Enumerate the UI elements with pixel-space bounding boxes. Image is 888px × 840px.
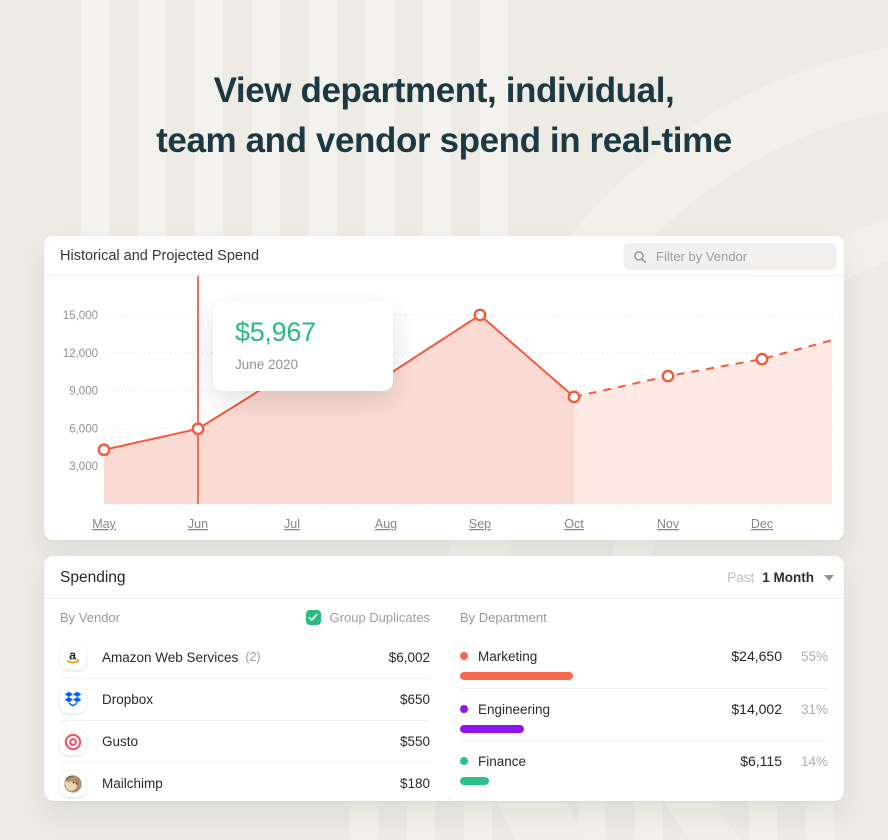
department-row: Marketing $24,650 55% xyxy=(460,636,828,688)
vendor-row[interactable]: Dropbox $650 xyxy=(60,678,430,720)
vendor-name: Dropbox xyxy=(102,692,154,707)
tooltip-label: June 2020 xyxy=(235,357,299,372)
by-department-label: By Department xyxy=(460,609,547,625)
search-input[interactable] xyxy=(654,248,827,265)
chart-point-Dec[interactable] xyxy=(755,352,769,366)
chart-point-Jun[interactable] xyxy=(191,422,205,436)
period-prefix: Past xyxy=(727,570,755,585)
tooltip-value: $5,967 xyxy=(235,317,316,347)
historical-spend-card: Historical and Projected Spend 15,00012,… xyxy=(44,236,844,540)
y-axis-tick: 15,000 xyxy=(63,310,98,322)
by-department-column: By Department Marketing $24,650 55% Engi… xyxy=(460,598,828,792)
amazon-icon: a xyxy=(60,644,86,670)
spending-header: Spending Past 1 Month xyxy=(44,556,844,598)
period-value: 1 Month xyxy=(762,570,814,585)
chart-point-Nov[interactable] xyxy=(661,369,675,383)
department-row: Engineering $14,002 31% xyxy=(460,688,828,740)
vendor-amount: $650 xyxy=(399,692,430,707)
department-bar xyxy=(460,672,573,680)
mailchimp-icon xyxy=(60,770,86,797)
vendor-name: Gusto xyxy=(102,734,139,749)
department-bar xyxy=(460,725,524,733)
vendor-duplicate-count: (2) xyxy=(245,650,261,664)
department-percent: 14% xyxy=(800,753,828,769)
department-bar xyxy=(460,777,489,785)
y-axis-tick: 12,000 xyxy=(63,348,98,360)
department-dot xyxy=(460,705,468,713)
y-axis-tick: 3,000 xyxy=(69,461,98,473)
chart-tooltip: $5,967 June 2020 xyxy=(213,302,393,391)
spending-card: Spending Past 1 Month By Vendor Group Du… xyxy=(44,556,844,801)
department-list: Marketing $24,650 55% Engineering $14,00… xyxy=(460,636,828,792)
dropbox-icon xyxy=(60,686,86,713)
group-duplicates-label: Group Duplicates xyxy=(329,609,430,625)
x-axis-label-Aug[interactable]: Aug xyxy=(375,517,397,531)
vendor-name: Mailchimp xyxy=(102,776,163,791)
department-amount: $14,002 xyxy=(731,701,782,717)
department-percent: 31% xyxy=(800,701,828,717)
vendor-amount: $550 xyxy=(399,734,430,749)
area-projected xyxy=(574,340,832,504)
headline-line-1: View department, individual, xyxy=(213,71,675,110)
group-duplicates-toggle[interactable]: Group Duplicates xyxy=(305,609,430,625)
page-title: View department, individual, team and ve… xyxy=(0,66,888,166)
vendor-amount: $180 xyxy=(399,776,430,791)
spending-title: Spending xyxy=(60,569,126,586)
vendor-list: a Amazon Web Services (2) $6,002 Dropbox… xyxy=(60,636,430,804)
department-name: Engineering xyxy=(478,701,551,717)
page: View department, individual, team and ve… xyxy=(0,0,888,840)
headline-line-2: team and vendor spend in real-time xyxy=(156,121,732,160)
x-axis-label-May[interactable]: May xyxy=(92,517,116,531)
vendor-row[interactable]: a Amazon Web Services (2) $6,002 xyxy=(60,636,430,678)
department-amount: $6,115 xyxy=(740,753,782,769)
search-icon xyxy=(634,250,646,263)
y-axis-tick: 6,000 xyxy=(69,423,98,435)
by-vendor-label: By Vendor xyxy=(60,609,120,625)
chart-point-Oct[interactable] xyxy=(567,390,581,404)
chart-point-Sep[interactable] xyxy=(473,308,487,322)
x-axis-label-Jun[interactable]: Jun xyxy=(188,517,208,531)
x-axis-label-Jul[interactable]: Jul xyxy=(284,517,300,531)
x-axis-label-Sep[interactable]: Sep xyxy=(469,517,491,531)
by-vendor-column: By Vendor Group Duplicates a Amazon Web … xyxy=(60,598,430,804)
y-axis-tick: 9,000 xyxy=(69,386,98,398)
spend-chart: 15,000 12,000 9,000 6,000 3,000 May Jun Jul Aug S… xyxy=(63,276,836,531)
vendor-row[interactable]: Gusto $550 xyxy=(60,720,430,762)
vendor-row[interactable]: Mailchimp $180 xyxy=(60,762,430,804)
period-dropdown[interactable]: Past 1 Month xyxy=(727,570,834,585)
department-amount: $24,650 xyxy=(731,648,782,664)
vendor-name: Amazon Web Services xyxy=(102,649,239,665)
department-name: Finance xyxy=(478,753,527,769)
chart-point-May[interactable] xyxy=(97,443,111,457)
vendor-amount: $6,002 xyxy=(388,649,430,665)
x-axis-label-Dec[interactable]: Dec xyxy=(751,517,773,531)
department-name: Marketing xyxy=(478,648,538,664)
department-percent: 55% xyxy=(800,648,828,664)
x-axis-label-Oct[interactable]: Oct xyxy=(564,517,584,531)
vendor-filter-search[interactable] xyxy=(623,243,837,270)
department-dot xyxy=(460,652,468,660)
department-row: Finance $6,115 14% xyxy=(460,740,828,792)
chevron-down-icon xyxy=(824,574,834,581)
gusto-icon xyxy=(60,728,86,755)
checkmark-icon xyxy=(308,613,318,621)
x-axis-label-Nov[interactable]: Nov xyxy=(657,517,680,531)
group-duplicates-checkbox[interactable] xyxy=(305,609,321,625)
department-dot xyxy=(460,757,468,765)
svg-text:a: a xyxy=(69,649,77,663)
